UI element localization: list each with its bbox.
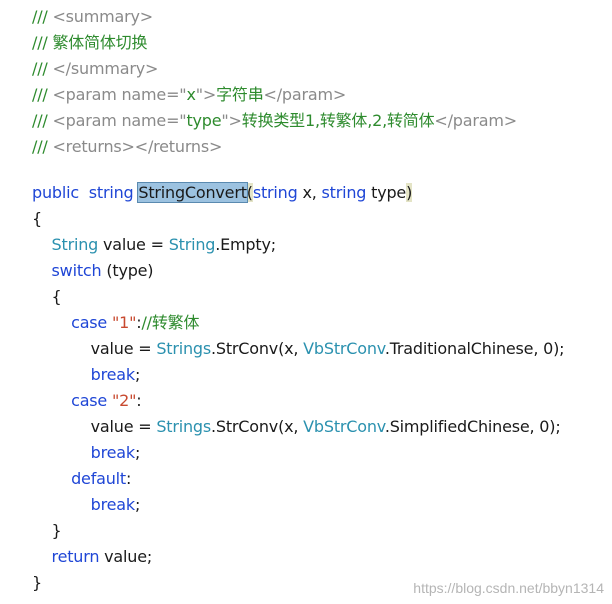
code-token: x (186, 85, 196, 104)
code-token: "> (195, 85, 217, 104)
code-token: : (136, 391, 142, 410)
code-line: return value; (32, 544, 153, 570)
code-line: /// <returns></returns> (32, 134, 222, 160)
code-token: /// 繁体简体切换 (32, 33, 148, 52)
code-token: </summary> (52, 59, 159, 78)
code-token: .StrConv(x, (211, 417, 304, 436)
code-token: string (88, 183, 134, 202)
code-token: .SimplifiedChinese, 0); (384, 417, 561, 436)
code-line: /// <summary> (32, 4, 153, 30)
code-line: value = Strings.StrConv(x, VbStrConv.Tra… (32, 336, 565, 362)
code-line: case "1"://转繁体 (32, 310, 199, 336)
code-token: </param> (434, 111, 517, 130)
code-token: default (71, 469, 126, 488)
code-token: break (90, 443, 136, 462)
code-token: ; (134, 365, 141, 384)
code-token: string (252, 183, 298, 202)
code-token: /// (32, 137, 53, 156)
code-line: public string StringConvert(string x, st… (32, 180, 412, 206)
code-line: } (32, 570, 42, 596)
code-token: <param name=" (52, 85, 187, 104)
code-line: /// 繁体简体切换 (32, 30, 147, 56)
code-line: /// <param name="type">转换类型1,转繁体,2,转简体</… (32, 108, 517, 134)
code-token: "1" (111, 313, 137, 332)
code-line: /// </summary> (32, 56, 158, 82)
code-token: <param name=" (52, 111, 187, 130)
code-token: VbStrConv (303, 339, 385, 358)
code-line: switch (type) (32, 258, 154, 284)
code-token: value; (99, 547, 153, 566)
code-token: "2" (111, 391, 137, 410)
code-token: ; (134, 443, 141, 462)
code-token: break (90, 365, 136, 384)
code-token: value = (32, 339, 157, 358)
code-line: } (32, 518, 62, 544)
watermark: https://blog.csdn.net/bbyn1314 (413, 580, 604, 596)
code-token: <summary> (52, 7, 153, 26)
code-token: return (51, 547, 100, 566)
selected-method-name: StringConvert (137, 182, 248, 203)
code-token: public (32, 183, 79, 202)
code-token: //转繁体 (141, 313, 200, 332)
code-token: /// (32, 111, 53, 130)
code-line: default: (32, 466, 131, 492)
code-line: case "2": (32, 388, 142, 414)
code-token: /// (32, 7, 53, 26)
code-token: value = (98, 235, 169, 254)
code-line: break; (32, 362, 141, 388)
code-token: .StrConv(x, (211, 339, 304, 358)
code-editor[interactable]: /// <summary>/// 繁体简体切换/// </summary>///… (0, 0, 612, 604)
code-token: : (126, 469, 132, 488)
code-token: </param> (263, 85, 347, 104)
code-token: case (71, 391, 108, 410)
code-token: break (90, 495, 136, 514)
code-token: { (32, 287, 62, 306)
code-line: /// <param name="x">字符串</param> (32, 82, 346, 108)
code-token: /// (32, 85, 53, 104)
code-token: (type) (101, 261, 154, 280)
code-line: value = Strings.StrConv(x, VbStrConv.Sim… (32, 414, 561, 440)
code-token: x, (297, 183, 322, 202)
code-token: string (321, 183, 367, 202)
code-token: /// (32, 59, 53, 78)
code-line: break; (32, 440, 141, 466)
code-token: String (168, 235, 216, 254)
code-line: String value = String.Empty; (32, 232, 277, 258)
code-token: ) (406, 183, 413, 202)
code-token: VbStrConv (303, 417, 385, 436)
code-token: case (71, 313, 108, 332)
code-line: { (32, 284, 62, 310)
code-token: .Empty; (215, 235, 276, 254)
code-token: } (32, 573, 42, 592)
code-line: { (32, 206, 42, 232)
code-token: 转换类型1,转繁体,2,转简体 (241, 111, 435, 130)
code-token: <returns></returns> (52, 137, 223, 156)
code-token: String (51, 235, 99, 254)
code-token: } (32, 521, 62, 540)
code-token: value = (32, 417, 157, 436)
code-token: Strings (156, 417, 212, 436)
code-token: switch (51, 261, 102, 280)
code-token: Strings (156, 339, 212, 358)
code-token: ; (134, 495, 141, 514)
code-token: 字符串 (216, 85, 264, 104)
code-token: type (186, 111, 222, 130)
code-token: .TraditionalChinese, 0); (384, 339, 565, 358)
code-token: { (32, 209, 42, 228)
code-token: type (366, 183, 407, 202)
code-token: "> (221, 111, 242, 130)
code-line: break; (32, 492, 141, 518)
